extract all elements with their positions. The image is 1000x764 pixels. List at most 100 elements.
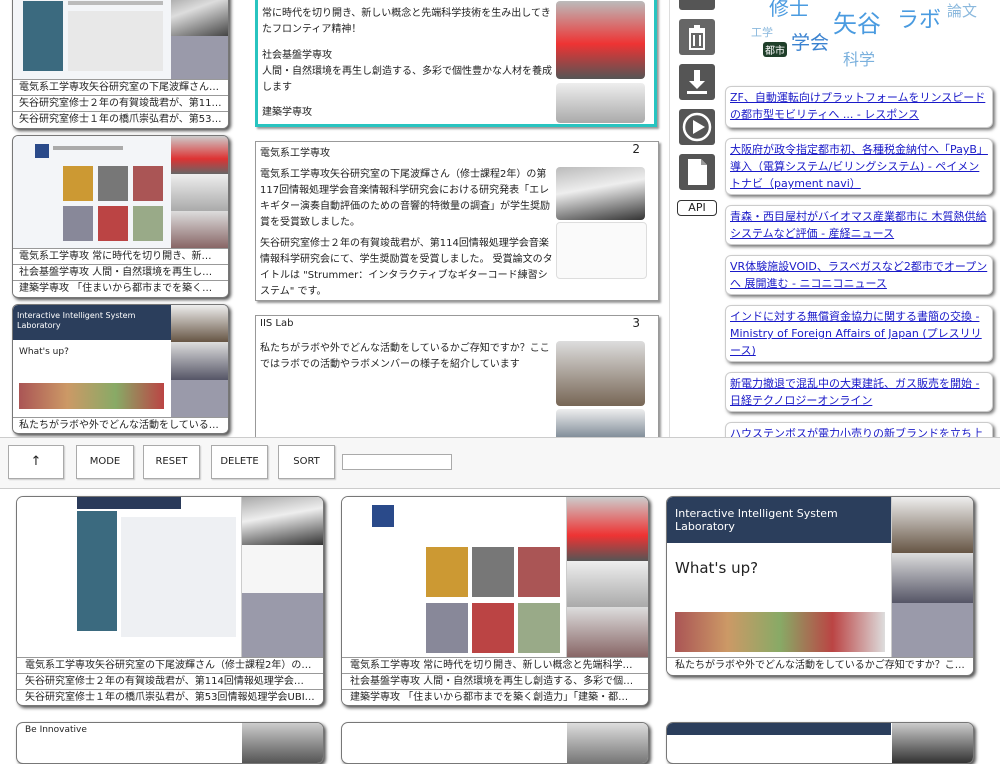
panel-text: 社会基盤学専攻 bbox=[262, 50, 332, 61]
word-cloud: 修士 矢谷 ラボ 論文 工学 学会 都市 科学 bbox=[725, 0, 1000, 75]
card-caption: 建築学専攻 「住まいから都市までを築く創造力」「建築・都… bbox=[342, 689, 648, 704]
car-image bbox=[556, 1, 645, 79]
panel-text: 建築学専攻 bbox=[262, 107, 312, 118]
bottom-card-row2[interactable]: Be Innovative bbox=[16, 722, 324, 764]
thumbnail-card-department[interactable]: 電気系工学専攻 常に時代を切り開き、新… 社会基盤学専攻 人間・自然環境を再生し… bbox=[12, 135, 229, 298]
panel-title: IIS Lab bbox=[260, 318, 294, 329]
news-link[interactable]: インドに対する無償資金協力に関する書簡の交換 - Ministry of For… bbox=[730, 310, 982, 357]
news-link[interactable]: ZF、自動運転向けプラットフォームをリンスピードの都市型モビリティへ ... -… bbox=[730, 91, 985, 121]
word-cloud-term: 学会 bbox=[791, 32, 830, 54]
card-caption: 社会基盤学専攻 人間・自然環境を再生し創造する、多彩で個… bbox=[342, 673, 648, 688]
thumbnail-caption: 矢谷研究室修士２年の有賀竣哉君が、第11… bbox=[13, 95, 228, 110]
news-item[interactable]: 青森・西目屋村がバイオマス産業都市に 木質熱供給システムなど評価 - 産経ニュー… bbox=[725, 205, 993, 245]
panel-text: 私たちがラボや外でどんな活動をしているかご存知ですか？ここではラボでの活動やラボ… bbox=[260, 343, 550, 370]
page-screenshot bbox=[13, 136, 172, 248]
photo-image bbox=[892, 497, 973, 553]
page-screenshot: Interactive Intelligent System Laborator… bbox=[13, 305, 172, 417]
tree-diagram-image bbox=[242, 545, 323, 593]
mode-button[interactable]: MODE bbox=[76, 445, 134, 479]
photo-image bbox=[556, 409, 645, 438]
word-cloud-term: 都市 bbox=[763, 42, 787, 57]
panel-text: 電気系工学専攻矢谷研究室の下尾波輝さん（修士課程2年）の第117回情報処理学会音… bbox=[260, 169, 550, 228]
sort-button[interactable]: SORT bbox=[278, 445, 335, 479]
thumbnail-card-lab[interactable]: Interactive Intelligent System Laborator… bbox=[12, 304, 229, 434]
card-caption: 電気系工学専攻矢谷研究室の下尾波輝さん（修士課程2年）の… bbox=[17, 657, 323, 672]
api-button[interactable]: API bbox=[677, 200, 717, 216]
news-link[interactable]: VR体験施設VOID、ラスベガスなど2都市でオープンへ 展開進む - ニコニコニ… bbox=[730, 260, 987, 290]
photo-image bbox=[171, 305, 228, 342]
thumbnail-side-images bbox=[171, 0, 228, 81]
word-cloud-term: ラボ bbox=[897, 8, 942, 33]
thumbnail-caption: 電気系工学専攻 常に時代を切り開き、新… bbox=[13, 248, 228, 263]
news-link[interactable]: 大阪府が政令指定都市初、各種税金納付へ「PayB」導入（電算システム/ビリングシ… bbox=[730, 143, 988, 190]
people-image bbox=[567, 607, 648, 657]
play-icon-glyph bbox=[682, 112, 712, 142]
news-link[interactable]: 新電力撤退で混乱中の大東建託、ガス販売を開始 - 日経テクノロジーオンライン bbox=[730, 377, 979, 407]
card-caption: 電気系工学専攻 常に時代を切り開き、新しい概念と先端科学… bbox=[342, 657, 648, 672]
trash-icon-glyph bbox=[689, 25, 705, 50]
thumbnail-caption: 社会基盤学専攻 人間・自然環境を再生し… bbox=[13, 264, 228, 279]
page-screenshot bbox=[342, 497, 567, 657]
spectrogram-image bbox=[556, 167, 645, 220]
content-panel-2[interactable]: 電気系工学専攻 2 電気系工学専攻矢谷研究室の下尾波輝さん（修士課程2年）の第1… bbox=[255, 141, 659, 301]
panel-text: 矢谷研究室修士２年の有賀竣哉君が、第114回情報処理学会音楽情報科学研究会にて、… bbox=[260, 238, 553, 297]
news-link[interactable]: 青森・西目屋村がバイオマス産業都市に 木質熱供給システムなど評価 - 産経ニュー… bbox=[730, 210, 987, 240]
download-icon[interactable] bbox=[679, 64, 715, 100]
word-cloud-term: 修士 bbox=[769, 0, 809, 20]
photo-image bbox=[171, 342, 228, 380]
bottom-card-row2[interactable] bbox=[341, 722, 649, 764]
panel-number: 2 bbox=[632, 142, 640, 156]
whatsup-heading: What's up? bbox=[19, 347, 69, 357]
panel-text: 人間・自然環境を再生し創造する、多彩で個性豊かな人材を養成します bbox=[262, 66, 552, 93]
bottom-card-department[interactable]: 電気系工学専攻 常に時代を切り開き、新しい概念と先端科学… 社会基盤学専攻 人間… bbox=[341, 496, 649, 706]
reset-button[interactable]: RESET bbox=[143, 445, 200, 479]
column-divider bbox=[669, 0, 670, 437]
search-input[interactable] bbox=[342, 454, 452, 470]
car-image bbox=[567, 497, 648, 561]
content-panel-3[interactable]: IIS Lab 3 私たちがラボや外でどんな活動をしているかご存知ですか？ここで… bbox=[255, 315, 659, 439]
news-item[interactable]: 新電力撤退で混乱中の大東建託、ガス販売を開始 - 日経テクノロジーオンライン bbox=[725, 372, 993, 412]
thumbnail-caption: 矢谷研究室修士１年の橋爪崇弘君が、第53… bbox=[13, 111, 228, 126]
thumbnail-caption: 建築学専攻 「住まいから都市までを築く… bbox=[13, 280, 228, 295]
card-caption: 矢谷研究室修士１年の橋爪崇弘君が、第53回情報処理学会UBI… bbox=[17, 689, 323, 704]
card-caption: 矢谷研究室修士２年の有賀竣哉君が、第114回情報処理学会… bbox=[17, 673, 323, 688]
page-screenshot bbox=[13, 0, 172, 81]
lab-banner: Interactive Intelligent System Laborator… bbox=[13, 305, 171, 340]
room-image bbox=[171, 174, 228, 211]
thumbnail-side-images bbox=[171, 305, 228, 417]
news-item[interactable]: インドに対する無償資金協力に関する書簡の交換 - Ministry of For… bbox=[725, 305, 993, 362]
car-image bbox=[171, 136, 228, 174]
thumbnail-card-news[interactable]: 電気系工学専攻矢谷研究室の下尾波輝さん… 矢谷研究室修士２年の有賀竣哉君が、第1… bbox=[12, 0, 229, 129]
news-item[interactable]: 大阪府が政令指定都市初、各種税金納付へ「PayB」導入（電算システム/ビリングシ… bbox=[725, 138, 993, 195]
bottom-card-lab[interactable]: Interactive Intelligent System Laborator… bbox=[666, 496, 974, 676]
thumbnail-caption: 私たちがラボや外でどんな活動をしている… bbox=[13, 417, 228, 432]
bottom-card-news[interactable]: 電気系工学専攻矢谷研究室の下尾波輝さん（修士課程2年）の… 矢谷研究室修士２年の… bbox=[16, 496, 324, 706]
word-cloud-term: 科学 bbox=[843, 50, 876, 69]
page-screenshot bbox=[17, 497, 242, 657]
panel-text: 常に時代を切り開き、新しい概念と先端科学技術を生み出してきたフロンティア精神！ bbox=[262, 8, 551, 35]
spectrogram-image bbox=[171, 0, 228, 36]
news-item[interactable]: ZF、自動運転向けプラットフォームをリンスピードの都市型モビリティへ ... -… bbox=[725, 86, 993, 128]
content-panel-1[interactable]: 常に時代を切り開き、新しい概念と先端科学技術を生み出してきたフロンティア精神！ … bbox=[255, 0, 657, 127]
up-button[interactable]: ↑ bbox=[8, 445, 64, 479]
card-caption: 私たちがラボや外でどんな活動をしているかご存知ですか？こ… bbox=[667, 657, 973, 672]
lab-banner: Interactive Intelligent System Laborator… bbox=[667, 497, 891, 543]
play-icon[interactable] bbox=[679, 109, 715, 145]
room-image bbox=[556, 83, 645, 123]
word-cloud-term: 工学 bbox=[751, 26, 773, 39]
upload-icon[interactable] bbox=[679, 0, 715, 10]
people-image bbox=[171, 211, 228, 248]
document-icon[interactable] bbox=[679, 154, 715, 190]
delete-button[interactable]: DELETE bbox=[211, 445, 268, 479]
panel-title: 電気系工学専攻 bbox=[260, 148, 330, 159]
spectrogram-image bbox=[242, 497, 323, 545]
panel-number: 3 bbox=[632, 316, 640, 330]
room-image bbox=[567, 561, 648, 607]
page-screenshot: Interactive Intelligent System Laborator… bbox=[667, 497, 892, 657]
photo-image bbox=[556, 341, 645, 406]
whatsup-heading: What's up? bbox=[675, 559, 759, 577]
trash-icon[interactable] bbox=[679, 19, 715, 55]
bottom-card-row2[interactable] bbox=[666, 722, 974, 764]
news-item[interactable]: VR体験施設VOID、ラスベガスなど2都市でオープンへ 展開進む - ニコニコニ… bbox=[725, 255, 993, 295]
word-cloud-term: 論文 bbox=[947, 2, 978, 20]
